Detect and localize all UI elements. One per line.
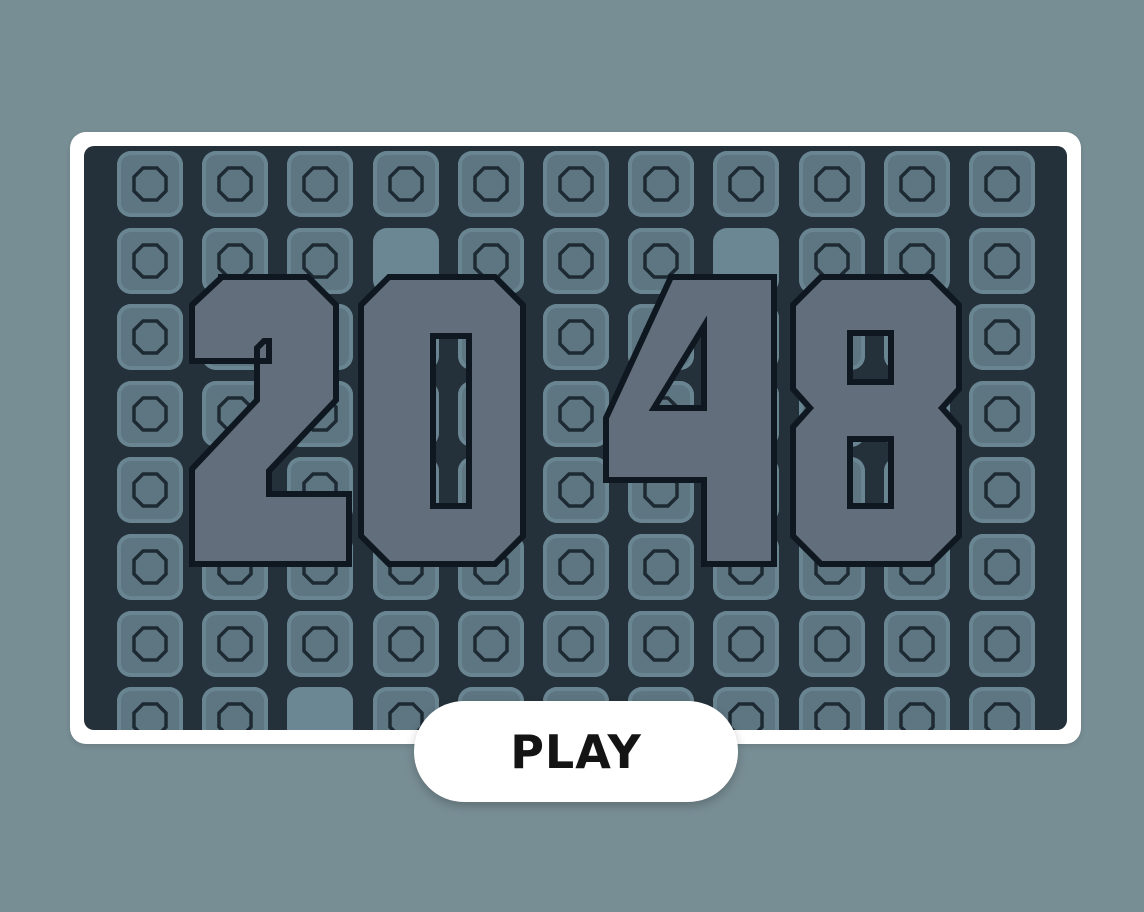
game-board: 2048	[84, 146, 1067, 730]
digit-8	[790, 274, 962, 567]
game-title-logo: 2048	[189, 274, 962, 567]
digit-0	[358, 274, 526, 567]
digit-2	[189, 274, 352, 567]
board-frame: 2048	[70, 132, 1081, 744]
digit-4	[603, 274, 777, 567]
play-button[interactable]: PLAY	[414, 701, 738, 802]
